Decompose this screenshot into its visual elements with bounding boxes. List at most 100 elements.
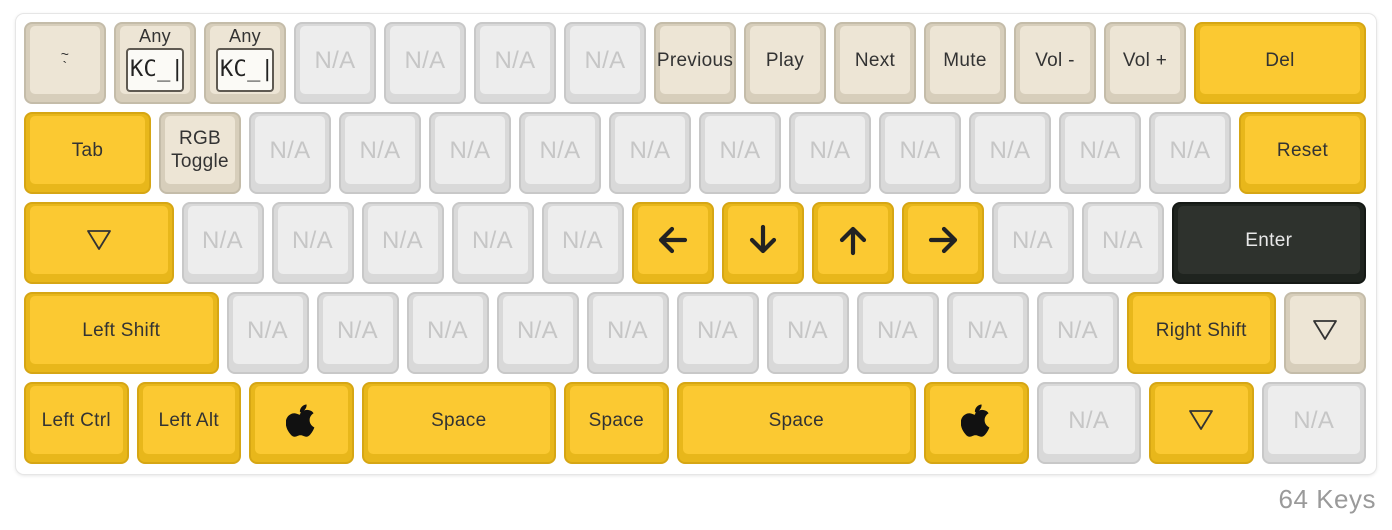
key-label: N/A [269,136,311,164]
key-unassigned[interactable]: N/A [451,202,534,284]
key-unassigned[interactable]: N/A [676,292,759,374]
key-tilde[interactable]: ~ ` [24,22,106,104]
key-arrow-up[interactable] [811,202,894,284]
key-unassigned[interactable]: N/A [226,292,309,374]
key-label: N/A [1169,136,1211,164]
key-unassigned[interactable]: N/A [519,112,601,194]
key-arrow-down[interactable] [721,202,804,284]
key-unassigned[interactable]: N/A [361,202,444,284]
key-any[interactable]: Any KC_| [204,22,286,104]
key-any[interactable]: Any KC_| [114,22,196,104]
key-unassigned[interactable]: N/A [856,292,939,374]
key-unassigned[interactable]: N/A [969,112,1051,194]
key-left-alt[interactable]: Left Alt [136,382,241,464]
key-label: N/A [809,136,851,164]
key-unassigned[interactable]: N/A [1036,292,1119,374]
key-apple[interactable] [924,382,1029,464]
keycode-input[interactable]: KC_| [216,48,274,92]
key-label: N/A [427,316,468,344]
key-next[interactable]: Next [834,22,916,104]
key-unassigned[interactable]: N/A [946,292,1029,374]
key-label: N/A [292,226,333,254]
key-label: N/A [1102,226,1143,254]
key-unassigned[interactable]: N/A [1081,202,1164,284]
key-triangle-down[interactable] [24,202,174,284]
key-triangle-down[interactable] [1149,382,1254,464]
key-label: N/A [629,136,671,164]
key-label: N/A [539,136,581,164]
key-label: Reset [1276,139,1329,161]
key-unassigned[interactable]: N/A [429,112,511,194]
key-arrow-right[interactable] [901,202,984,284]
key-label: N/A [967,316,1008,344]
key-unassigned[interactable]: N/A [406,292,489,374]
key-unassigned[interactable]: N/A [879,112,961,194]
key-triangle-down[interactable] [1284,292,1366,374]
keyboard-layout: ~ ` Any KC_| Any KC_| N/A N/A N/A N/A Previous Play… [16,14,1376,474]
key-unassigned[interactable]: N/A [586,292,669,374]
key-unassigned[interactable]: N/A [699,112,781,194]
key-label: Previous [656,49,734,71]
arrow-up-icon [835,222,871,258]
key-label: Del [1265,49,1295,71]
key-unassigned[interactable]: N/A [564,22,646,104]
key-unassigned[interactable]: N/A [1149,112,1231,194]
key-unassigned[interactable]: N/A [249,112,331,194]
key-rgb-toggle[interactable]: RGB Toggle [159,112,241,194]
key-unassigned[interactable]: N/A [384,22,466,104]
key-label: N/A [607,316,648,344]
key-unassigned[interactable]: N/A [541,202,624,284]
key-mute[interactable]: Mute [924,22,1006,104]
key-left-shift[interactable]: Left Shift [24,292,219,374]
key-apple[interactable] [249,382,354,464]
key-previous[interactable]: Previous [654,22,736,104]
key-space[interactable]: Space [361,382,556,464]
keycode-input[interactable]: KC_| [126,48,184,92]
key-label: N/A [1012,226,1053,254]
key-tab[interactable]: Tab [24,112,151,194]
key-unassigned[interactable]: N/A [181,202,264,284]
key-label: Next [854,49,896,71]
key-label: N/A [1057,316,1098,344]
key-unassigned[interactable]: N/A [1059,112,1141,194]
key-enter[interactable]: Enter [1171,202,1366,284]
key-label: N/A [787,316,828,344]
key-arrow-left[interactable] [631,202,714,284]
key-label: Enter [1245,229,1293,251]
key-unassigned[interactable]: N/A [766,292,849,374]
key-unassigned[interactable]: N/A [294,22,376,104]
key-unassigned[interactable]: N/A [789,112,871,194]
key-label: Left Alt [158,409,219,431]
key-right-shift[interactable]: Right Shift [1126,292,1276,374]
key-unassigned[interactable]: N/A [1261,382,1366,464]
key-unassigned[interactable]: N/A [991,202,1074,284]
key-left-ctrl[interactable]: Left Ctrl [24,382,129,464]
key-unassigned[interactable]: N/A [474,22,556,104]
key-play[interactable]: Play [744,22,826,104]
key-unassigned[interactable]: N/A [1036,382,1141,464]
key-label: N/A [494,46,536,74]
key-unassigned[interactable]: N/A [496,292,579,374]
key-label: N/A [899,136,941,164]
key-label: N/A [359,136,401,164]
key-label: N/A [202,226,243,254]
key-unassigned[interactable]: N/A [339,112,421,194]
key-label: N/A [404,46,446,74]
key-space[interactable]: Space [676,382,916,464]
triangle-down-icon [1188,408,1214,432]
key-legend-bottom: ` [62,58,68,74]
key-label: N/A [472,226,513,254]
key-label: N/A [247,316,288,344]
key-vol[interactable]: Vol + [1104,22,1186,104]
key-vol[interactable]: Vol - [1014,22,1096,104]
key-unassigned[interactable]: N/A [316,292,399,374]
key-label: Space [431,409,487,431]
key-unassigned[interactable]: N/A [271,202,354,284]
key-reset[interactable]: Reset [1239,112,1366,194]
key-unassigned[interactable]: N/A [609,112,691,194]
key-del[interactable]: Del [1194,22,1366,104]
arrow-left-icon [655,222,691,258]
key-label: N/A [989,136,1031,164]
key-space[interactable]: Space [564,382,669,464]
key-label: N/A [1068,406,1110,434]
